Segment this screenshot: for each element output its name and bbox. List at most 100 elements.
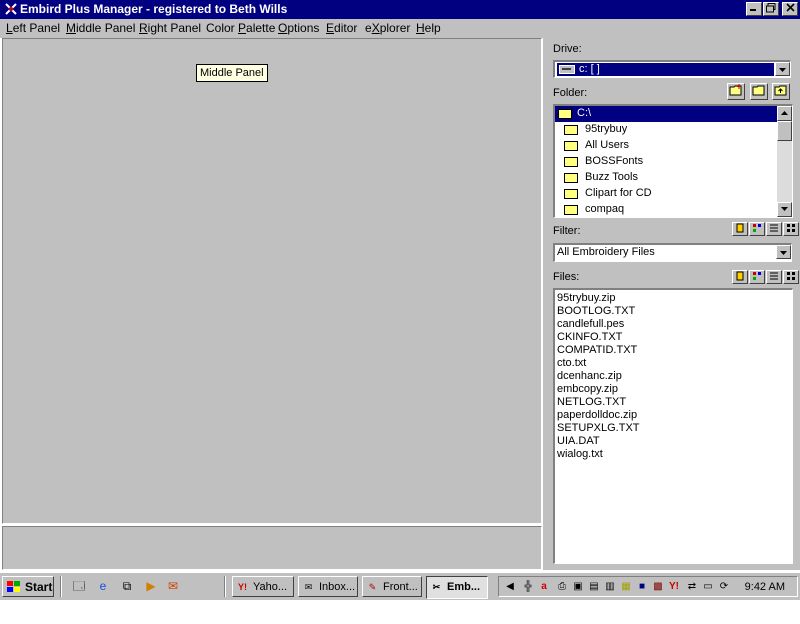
monitor-icon[interactable]: ■ [635, 580, 649, 594]
large-icons-icon [736, 271, 744, 281]
computer-icon[interactable]: ▭ [701, 580, 715, 594]
minimize-icon [750, 9, 756, 11]
file-list[interactable]: 95trybuy.zip BOOTLOG.TXT candlefull.pes CKI… [553, 288, 793, 564]
file-item[interactable]: CKINFO.TXT [555, 331, 792, 344]
view-list-button[interactable] [766, 222, 782, 236]
folder-item[interactable]: 95trybuy [555, 122, 778, 138]
details-view-icon [787, 272, 795, 280]
volume-icon[interactable]: ◀ [503, 580, 517, 594]
file-item[interactable]: NETLOG.TXT [555, 396, 792, 409]
menu-accel: H [416, 21, 425, 35]
middle-panel[interactable] [2, 38, 542, 524]
scroll-up-button[interactable] [777, 106, 792, 121]
scroll-thumb[interactable] [777, 121, 792, 141]
printer-icon[interactable]: ⎙ [555, 580, 569, 594]
view-small-icons-button[interactable] [749, 222, 765, 236]
file-item[interactable]: UIA.DAT [555, 435, 792, 448]
folder-icon [564, 189, 578, 199]
task-embird[interactable]: ✂ Emb... [426, 576, 488, 599]
chevron-down-icon [780, 251, 787, 255]
folder-item[interactable]: All Users [555, 138, 778, 154]
scanner-icon[interactable]: ▣ [571, 580, 585, 594]
file-item[interactable]: embcopy.zip [555, 383, 792, 396]
menu-options-rest: ptions [287, 21, 320, 35]
folder-up-button[interactable] [772, 83, 790, 100]
drive-select[interactable]: c: [ ] [553, 60, 791, 78]
middle-status-area [2, 526, 542, 570]
title-bar[interactable]: Embird Plus Manager - registered to Beth… [0, 0, 800, 19]
details-view-icon [787, 224, 795, 232]
restore-button[interactable] [763, 2, 779, 16]
folder-item[interactable]: C:\ [555, 106, 778, 122]
close-button[interactable] [782, 2, 798, 16]
folder-name: C:\ [577, 107, 592, 119]
yahoo-messenger-icon[interactable]: Y! [667, 580, 681, 594]
scroll-down-button[interactable] [777, 202, 792, 217]
folder-list: C:\ 95trybuy All Users BOSSFonts Buzz Tools C… [555, 106, 792, 217]
folder-item[interactable]: Clipart for CD [555, 186, 778, 202]
media-player-icon[interactable]: ▶ [142, 578, 160, 595]
chevron-up-icon [781, 111, 788, 115]
menu-middle-panel[interactable]: Middle Panel [66, 21, 135, 35]
file-item[interactable]: BOOTLOG.TXT [555, 305, 792, 318]
menu-accel: R [139, 21, 148, 35]
file-item[interactable]: 95trybuy.zip [555, 292, 792, 305]
file-item[interactable]: paperdolldoc.zip [555, 409, 792, 422]
outlook-express-icon[interactable]: ✉ [164, 578, 182, 595]
drive-selected-highlight: c: [ ] [557, 63, 774, 76]
sync-icon[interactable]: ⟳ [717, 580, 731, 594]
files-list-button[interactable] [766, 270, 782, 284]
display-icon[interactable]: ▥ [603, 580, 617, 594]
clock[interactable]: 9:42 AM [745, 581, 785, 593]
modem-icon[interactable]: ▤ [587, 580, 601, 594]
drive-dropdown-button[interactable] [775, 62, 790, 76]
task-inbox[interactable]: ✉ Inbox... [298, 576, 358, 597]
view-large-icons-button[interactable] [732, 222, 748, 236]
minimize-button[interactable] [746, 2, 762, 16]
task-label: Inbox... [319, 581, 356, 593]
connection-icon[interactable]: ⇄ [685, 580, 699, 594]
filter-select[interactable]: All Embroidery Files [553, 243, 792, 262]
network-icon[interactable]: ╬ [521, 580, 535, 594]
start-button[interactable]: Start [2, 576, 54, 597]
grid-icon[interactable]: ▩ [651, 580, 665, 594]
open-folder-button[interactable] [750, 83, 768, 100]
channels-icon[interactable]: ⧉ [118, 578, 136, 595]
files-details-button[interactable] [783, 270, 799, 284]
small-icons-icon [753, 224, 761, 232]
folder-tree[interactable]: C:\ 95trybuy All Users BOSSFonts Buzz Tools C… [553, 104, 793, 218]
show-desktop-icon[interactable]: 🗔 [70, 578, 88, 595]
file-item[interactable]: wialog.txt [555, 448, 792, 461]
new-folder-button[interactable] [727, 83, 745, 100]
task-scheduler-icon[interactable]: ▦ [619, 580, 633, 594]
files-small-icons-button[interactable] [749, 270, 765, 284]
menu-color-palette[interactable]: Color Palette [206, 21, 275, 35]
antivirus-icon[interactable]: a [537, 580, 551, 594]
folder-item[interactable]: BOSSFonts [555, 154, 778, 170]
files-large-icons-button[interactable] [732, 270, 748, 284]
file-item[interactable]: candlefull.pes [555, 318, 792, 331]
menu-options[interactable]: Options [278, 21, 319, 35]
menu-editor[interactable]: Editor [326, 21, 357, 35]
folder-item[interactable]: compaq [555, 202, 778, 217]
embird-app-icon[interactable] [4, 2, 18, 16]
internet-explorer-icon[interactable]: e [94, 578, 112, 595]
task-frontpage[interactable]: ✎ Front... [362, 576, 422, 597]
folder-item[interactable]: Buzz Tools [555, 170, 778, 186]
menu-right-panel[interactable]: Right Panel [139, 21, 201, 35]
yahoo-icon: Y! [238, 582, 247, 592]
filter-dropdown-button[interactable] [776, 245, 791, 259]
menu-accel: L [6, 21, 13, 35]
menu-explorer-b: plorer [379, 21, 411, 35]
file-item[interactable]: SETUPXLG.TXT [555, 422, 792, 435]
file-item[interactable]: COMPATID.TXT [555, 344, 792, 357]
menu-accel: X [371, 21, 380, 35]
view-details-button[interactable] [783, 222, 799, 236]
file-item[interactable]: dcenhanc.zip [555, 370, 792, 383]
folder-scrollbar[interactable] [777, 106, 792, 217]
menu-left-panel[interactable]: Left Panel [6, 21, 60, 35]
menu-help[interactable]: Help [416, 21, 441, 35]
task-yahoo[interactable]: Y! Yaho... [232, 576, 294, 597]
menu-explorer[interactable]: eXplorer [365, 21, 410, 35]
file-item[interactable]: cto.txt [555, 357, 792, 370]
